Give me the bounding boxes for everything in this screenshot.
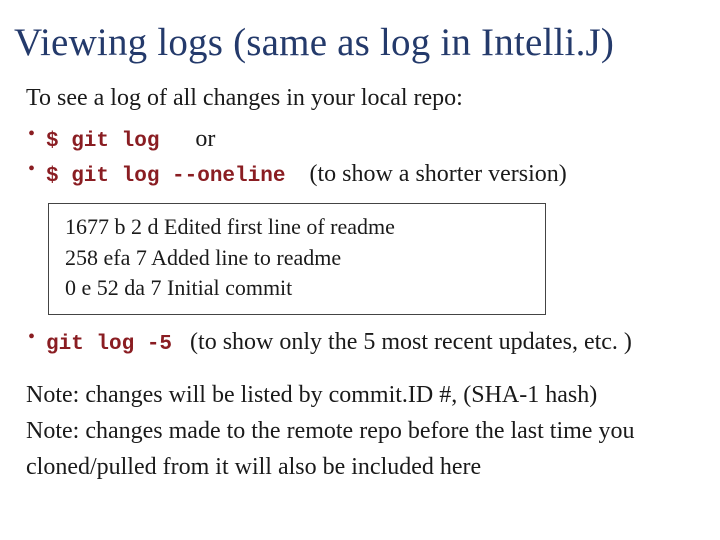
bullet-item-1: $ git log or <box>28 122 692 157</box>
code-git-log-oneline: $ git log --oneline <box>46 165 285 188</box>
bullet-1-suffix: or <box>195 126 215 152</box>
notes-section: Note: changes will be listed by commit.I… <box>26 377 692 485</box>
bullet-3-suffix: (to show only the 5 most recent updates,… <box>190 329 632 355</box>
bullet-2-suffix: (to show a shorter version) <box>309 161 566 187</box>
output-line-1: 1677 b 2 d Edited first line of readme <box>65 212 529 243</box>
slide-title: Viewing logs (same as log in Intelli.J) <box>14 20 692 65</box>
bullet-item-3: git log -5 (to show only the 5 most rece… <box>28 325 692 360</box>
output-line-2: 258 efa 7 Added line to readme <box>65 243 529 274</box>
code-git-log-5: git log -5 <box>46 333 172 356</box>
intro-text: To see a log of all changes in your loca… <box>26 85 692 112</box>
note-1: Note: changes will be listed by commit.I… <box>26 377 692 413</box>
bullet-list-bottom: git log -5 (to show only the 5 most rece… <box>28 325 692 360</box>
output-line-3: 0 e 52 da 7 Initial commit <box>65 273 529 304</box>
code-git-log: $ git log <box>46 130 159 153</box>
slide-container: Viewing logs (same as log in Intelli.J) … <box>0 0 720 505</box>
bullet-list-top: $ git log or $ git log --oneline (to sho… <box>28 122 692 193</box>
terminal-output-box: 1677 b 2 d Edited first line of readme 2… <box>48 203 546 315</box>
note-2: Note: changes made to the remote repo be… <box>26 413 692 485</box>
bullet-item-2: $ git log --oneline (to show a shorter v… <box>28 157 692 192</box>
